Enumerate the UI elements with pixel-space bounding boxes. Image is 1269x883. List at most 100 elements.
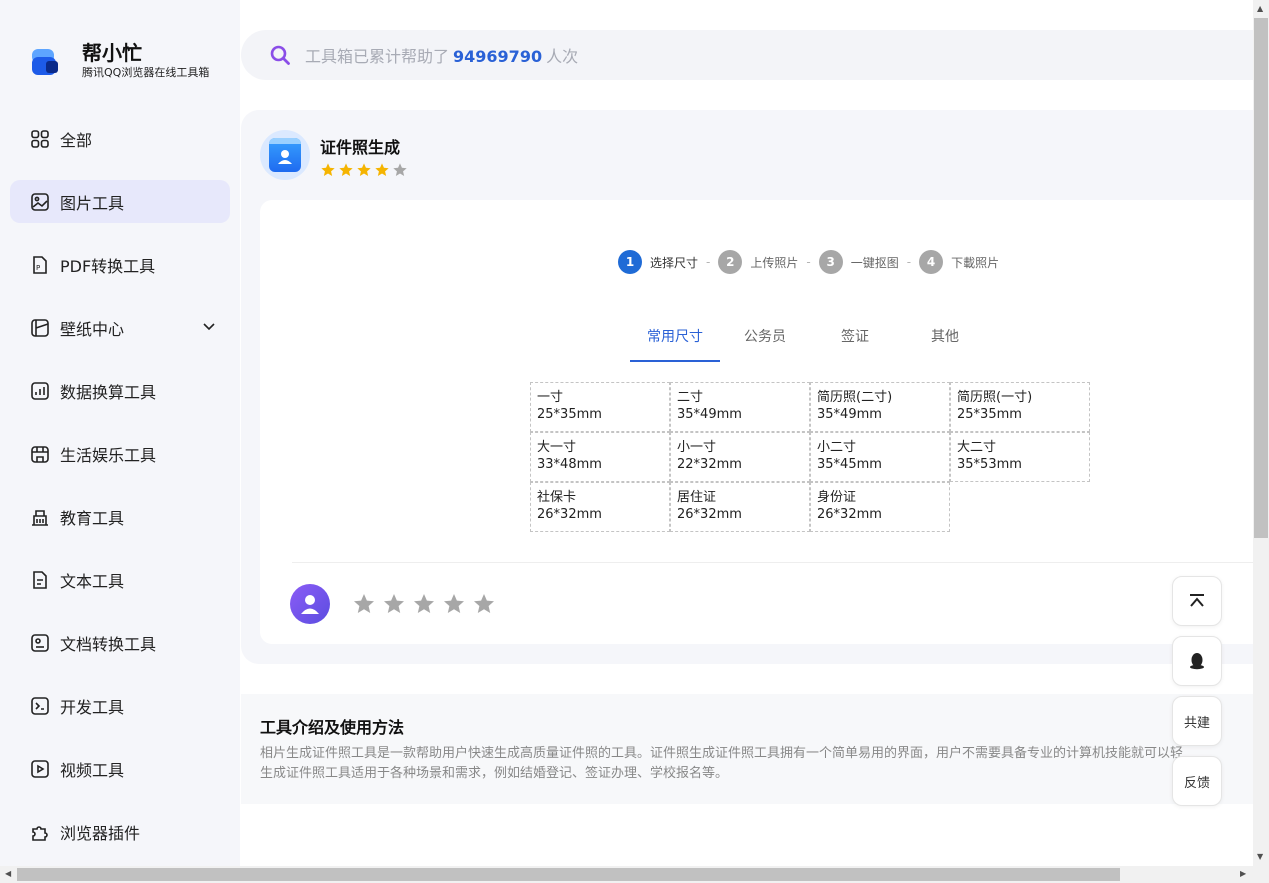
step-label: 上传照片 xyxy=(750,255,799,270)
size-option[interactable]: 简历照(二寸) 35*49mm xyxy=(810,382,950,432)
step-3: 3 一键抠图 xyxy=(818,250,899,274)
rate-star-icon[interactable] xyxy=(382,592,406,620)
size-option[interactable]: 小二寸 35*45mm xyxy=(810,432,950,482)
sidebar-item-9[interactable]: 开发工具 xyxy=(10,684,230,727)
sidebar-item-label: PDF转换工具 xyxy=(60,256,156,276)
size-option[interactable]: 二寸 35*49mm xyxy=(670,382,810,432)
sidebar-item-label: 文档转换工具 xyxy=(60,634,157,654)
pdf-icon: P xyxy=(30,255,50,275)
size-option-name: 社保卡 xyxy=(537,490,577,505)
app-window: 帮小忙 腾讯QQ浏览器在线工具箱 全部图片工具 P PDF转换工具壁纸中心数据换算工… xyxy=(0,0,1269,883)
tool-rating xyxy=(320,162,408,182)
star-icon xyxy=(356,162,372,182)
brand-logo[interactable]: 帮小忙 腾讯QQ浏览器在线工具箱 xyxy=(30,40,209,80)
sidebar-item-0[interactable]: 全部 xyxy=(10,117,230,160)
sidebar-item-label: 开发工具 xyxy=(60,697,125,717)
vertical-scrollbar[interactable]: ▲ ▼ xyxy=(1253,0,1269,866)
sidebar-item-6[interactable]: 教育工具 xyxy=(10,495,230,538)
star-icon xyxy=(320,162,336,182)
step-4: 4 下載照片 xyxy=(919,250,999,274)
divider xyxy=(292,562,1253,563)
sidebar-item-2[interactable]: P PDF转换工具 xyxy=(10,243,230,286)
sidebar-item-label: 视频工具 xyxy=(60,760,125,780)
feedback-button[interactable]: 反馈 xyxy=(1172,756,1222,806)
scroll-left-arrow-icon[interactable]: ◀ xyxy=(5,869,11,878)
vertical-scroll-thumb[interactable] xyxy=(1254,18,1268,538)
step-1: 1 选择尺寸 xyxy=(618,250,698,274)
size-option-dimensions: 26*32mm xyxy=(537,507,602,522)
size-option-name: 二寸 xyxy=(677,390,704,405)
size-option-name: 大一寸 xyxy=(537,440,577,455)
step-number: 3 xyxy=(818,250,843,274)
usage-count: 94969790 xyxy=(453,47,543,66)
size-option-dimensions: 22*32mm xyxy=(677,457,742,472)
back-to-top-button[interactable] xyxy=(1172,576,1222,626)
id-photo-tool-icon xyxy=(260,130,310,180)
size-option-name: 居住证 xyxy=(677,490,717,505)
sidebar-item-11[interactable]: 浏览器插件 xyxy=(10,810,230,853)
sidebar-item-label: 浏览器插件 xyxy=(60,823,141,843)
size-option-dimensions: 26*32mm xyxy=(817,507,882,522)
size-option-dimensions: 35*49mm xyxy=(677,407,742,422)
size-option[interactable]: 大一寸 33*48mm xyxy=(530,432,670,482)
back-to-top-icon xyxy=(1190,594,1204,607)
cobuild-button[interactable]: 共建 xyxy=(1172,696,1222,746)
sidebar-item-7[interactable]: 文本工具 xyxy=(10,558,230,601)
size-tabs: 常用尺寸 公务员 签证 其他 xyxy=(630,318,990,362)
size-option-name: 一寸 xyxy=(537,390,564,405)
size-option[interactable]: 身份证 26*32mm xyxy=(810,482,950,532)
intro-title: 工具介绍及使用方法 xyxy=(260,718,405,737)
size-option[interactable]: 简历照(一寸) 25*35mm xyxy=(950,382,1090,432)
rate-star-icon[interactable] xyxy=(442,592,466,620)
size-option-name: 小二寸 xyxy=(817,440,857,455)
search-icon xyxy=(270,45,290,65)
intro-section: 工具介绍及使用方法 相片生成证件照工具是一款帮助用户快速生成高质量证件照的工具。… xyxy=(241,694,1253,804)
tab-1[interactable]: 公务员 xyxy=(720,318,810,362)
size-option-dimensions: 33*48mm xyxy=(537,457,602,472)
sidebar-nav: 全部图片工具 P PDF转换工具壁纸中心数据换算工具 生活娱乐工具教育工具文本工具文档… xyxy=(10,117,230,873)
tab-3[interactable]: 其他 xyxy=(900,318,990,362)
size-option-name: 简历照(一寸) xyxy=(957,390,1033,405)
sidebar-item-1[interactable]: 图片工具 xyxy=(10,180,230,223)
size-option[interactable]: 居住证 26*32mm xyxy=(670,482,810,532)
size-option[interactable]: 一寸 25*35mm xyxy=(530,382,670,432)
qq-contact-button[interactable] xyxy=(1172,636,1222,686)
search-bar[interactable]: 工具箱已累计帮助了 94969790 人次 xyxy=(241,30,1253,80)
step-number: 2 xyxy=(718,250,743,274)
building-icon xyxy=(30,507,50,527)
tab-2[interactable]: 签证 xyxy=(810,318,900,362)
size-option[interactable]: 小一寸 22*32mm xyxy=(670,432,810,482)
size-option-dimensions: 35*45mm xyxy=(817,457,882,472)
star-icon xyxy=(392,162,408,182)
horizontal-scrollbar[interactable]: ◀ ▶ xyxy=(0,866,1269,883)
rate-star-icon[interactable] xyxy=(472,592,496,620)
sidebar-item-3[interactable]: 壁纸中心 xyxy=(10,306,230,349)
size-option-dimensions: 35*53mm xyxy=(957,457,1022,472)
horizontal-scroll-thumb[interactable] xyxy=(17,868,1120,881)
chevron-down-icon[interactable] xyxy=(202,319,216,338)
qq-penguin-icon xyxy=(1190,653,1204,670)
size-option-name: 小一寸 xyxy=(677,440,717,455)
brand-title: 帮小忙 xyxy=(82,41,142,65)
svg-text:P: P xyxy=(36,264,40,272)
rate-star-icon[interactable] xyxy=(412,592,436,620)
intro-text: 相片生成证件照工具是一款帮助用户快速生成高质量证件照的工具。证件照生成证件照工具… xyxy=(260,746,1184,781)
size-option[interactable]: 大二寸 35*53mm xyxy=(950,432,1090,482)
tool-title: 证件照生成 xyxy=(320,138,401,157)
scroll-down-arrow-icon[interactable]: ▼ xyxy=(1257,852,1263,861)
step-indicator: 1 选择尺寸 -2 上传照片 -3 一键抠图 -4 下載照片 xyxy=(618,250,999,274)
sidebar-item-10[interactable]: 视频工具 xyxy=(10,747,230,790)
user-avatar xyxy=(290,584,330,624)
sidebar-item-8[interactable]: 文档转换工具 xyxy=(10,621,230,664)
sidebar-item-label: 数据换算工具 xyxy=(60,382,157,402)
step-separator: - xyxy=(906,255,912,269)
tab-0[interactable]: 常用尺寸 xyxy=(630,318,720,362)
sidebar-item-label: 生活娱乐工具 xyxy=(60,445,157,465)
size-option[interactable]: 社保卡 26*32mm xyxy=(530,482,670,532)
puzzle-icon xyxy=(30,822,50,842)
scroll-right-arrow-icon[interactable]: ▶ xyxy=(1240,869,1246,878)
rate-star-icon[interactable] xyxy=(352,592,376,620)
sidebar-item-4[interactable]: 数据换算工具 xyxy=(10,369,230,412)
sidebar-item-5[interactable]: 生活娱乐工具 xyxy=(10,432,230,475)
scroll-up-arrow-icon[interactable]: ▲ xyxy=(1257,4,1263,13)
